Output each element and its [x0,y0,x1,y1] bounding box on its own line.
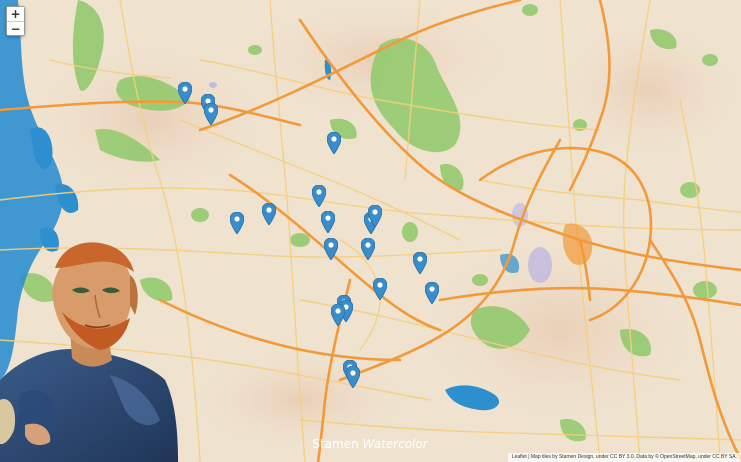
map-pin-icon[interactable] [326,131,342,155]
map-pin-icon[interactable] [367,204,383,228]
map-pin-icon[interactable] [330,303,346,327]
map-pin-icon[interactable] [320,210,336,234]
map-pin-icon[interactable] [424,281,440,305]
map-pin-icon[interactable] [360,237,376,261]
map-pin-icon[interactable] [229,211,245,235]
map-container[interactable]: Stamen Watercolor + − Leaflet | Map tile… [0,0,741,462]
zoom-control: + − [6,6,25,36]
map-pin-icon[interactable] [372,277,388,301]
zoom-out-button[interactable]: − [7,21,24,36]
map-pin-icon[interactable] [261,202,277,226]
map-pin-icon[interactable] [345,365,361,389]
map-pin-icon[interactable] [311,184,327,208]
basemap-caption: Stamen Watercolor [312,437,428,451]
zoom-in-button[interactable]: + [7,7,24,21]
map-pin-icon[interactable] [203,102,219,126]
map-pin-icon[interactable] [412,251,428,275]
map-attribution[interactable]: Leaflet | Map tiles by Stamen Design, un… [507,453,741,462]
map-pin-icon[interactable] [177,81,193,105]
map-pin-icon[interactable] [323,237,339,261]
